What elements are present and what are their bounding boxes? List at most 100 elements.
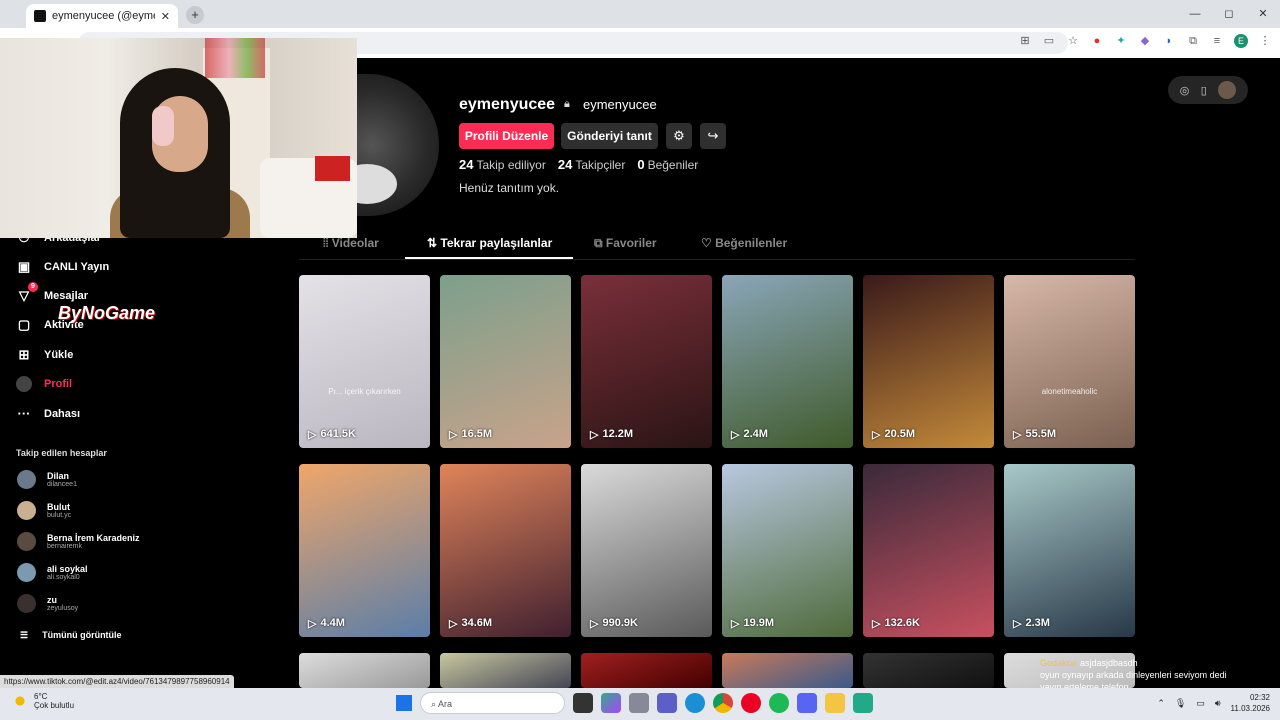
tab-favorites[interactable]: ⧉ Favoriler	[594, 236, 657, 251]
reading-list-icon[interactable]: ≡	[1210, 34, 1224, 48]
translate-icon[interactable]: ⊞	[1018, 34, 1032, 48]
compass-icon[interactable]: ◎	[1180, 84, 1190, 97]
taskbar-search[interactable]: ⌕ Ara	[420, 692, 565, 714]
live-icon: ▣	[17, 259, 31, 274]
view-count: ▷ 2.3M	[1013, 617, 1050, 630]
file-explorer-icon[interactable]	[825, 693, 845, 713]
play-icon: ▷	[308, 429, 317, 441]
video-card[interactable]	[722, 653, 853, 688]
profile-avatar[interactable]: E	[1234, 34, 1248, 48]
webcam-overlay	[0, 38, 357, 238]
following-stat[interactable]: 24 Takip ediliyor	[459, 157, 546, 172]
grid-icon: ⦙⦙	[323, 236, 332, 250]
edge-icon[interactable]	[685, 693, 705, 713]
settings-gear-icon[interactable]: ⚙	[666, 123, 692, 149]
browser-tab[interactable]: eymenyucee (@eymenyucee) | ✕	[26, 4, 178, 28]
see-all-following[interactable]: ☰ Tümünü görüntüle	[20, 630, 122, 641]
video-card[interactable]: ▷ 19.9M	[722, 464, 853, 637]
sidebar-item-live[interactable]: ▣ CANLI Yayın	[16, 259, 109, 275]
video-card[interactable]: ▷ 2.4M	[722, 275, 853, 448]
likes-stat: 0 Beğeniler	[637, 157, 699, 172]
volume-icon[interactable]: 🔊︎	[1215, 698, 1221, 709]
bookmark-star-icon[interactable]: ☆	[1066, 34, 1080, 48]
tray-chevron-icon[interactable]: ⌃	[1157, 698, 1165, 709]
network-icon[interactable]: ▭	[1196, 698, 1205, 709]
edit-profile-button[interactable]: Profili Düzenle	[459, 123, 554, 149]
tab-videos[interactable]: ⦙⦙ Videolar	[323, 236, 379, 251]
following-account[interactable]: Berna İrem Karadeniz bernairemk	[17, 532, 140, 551]
close-window-button[interactable]: ✕	[1246, 0, 1280, 28]
chat-message: oyun oynayıp arkada dinleyenleri seviyom…	[1040, 670, 1227, 680]
following-account[interactable]: zu zeyulusoy	[17, 594, 78, 613]
start-button[interactable]	[396, 695, 412, 711]
maximize-button[interactable]: ◻	[1212, 0, 1246, 28]
app-icon[interactable]	[853, 693, 873, 713]
top-right-controls: ◎ ▯	[1168, 76, 1248, 104]
opera-icon[interactable]	[741, 693, 761, 713]
menu-kebab-icon[interactable]: ⋮	[1258, 34, 1272, 48]
discord-icon[interactable]	[797, 693, 817, 713]
avatar	[17, 594, 36, 613]
video-card[interactable]: ▷ 132.6K	[863, 464, 994, 637]
following-account[interactable]: ali soykal ali.soykal0	[17, 563, 88, 582]
video-card[interactable]: ▷ 12.2M	[581, 275, 712, 448]
spotify-icon[interactable]	[769, 693, 789, 713]
windows-taskbar: 6°C Çok bulutlu ⌕ Ara ⌃ 🎙︎ ▭ 🔊︎ 02:32 11.0…	[0, 688, 1280, 720]
tab-liked[interactable]: ♡ Beğenilenler	[701, 236, 787, 250]
sidebar-item-profile[interactable]: Profil	[16, 376, 72, 392]
extension-icon[interactable]: ●	[1090, 34, 1104, 48]
play-icon: ▷	[449, 429, 458, 441]
avatar	[17, 563, 36, 582]
task-view-icon[interactable]	[573, 693, 593, 713]
new-tab-button[interactable]: +	[186, 6, 204, 24]
extensions-puzzle-icon[interactable]: ⧉	[1186, 34, 1200, 48]
video-card[interactable]: alonetimeaholic ▷ 55.5M	[1004, 275, 1135, 448]
video-card[interactable]: ▷ 990.9K	[581, 464, 712, 637]
extension-icon[interactable]: ✦	[1114, 34, 1128, 48]
video-card[interactable]: ▷ 34.6M	[440, 464, 571, 637]
active-tab-indicator	[405, 257, 573, 259]
weather-widget[interactable]: 6°C Çok bulutlu	[12, 692, 74, 710]
chrome-icon[interactable]	[713, 693, 733, 713]
user-avatar[interactable]	[1218, 81, 1237, 99]
sidebar-item-messages[interactable]: ▽ Mesajlar 9	[16, 282, 88, 304]
settings-icon[interactable]	[629, 693, 649, 713]
sidebar: ⚇Arkadaşlar ▣CANLI Yayın ▽Mesajlar9 ▢Akt…	[0, 226, 170, 676]
video-caption: Pı... içerik çıkarırken	[328, 387, 401, 396]
video-card[interactable]	[440, 653, 571, 688]
video-card[interactable]: ▷ 4.4M	[299, 464, 430, 637]
video-card[interactable]: ▷ 20.5M	[863, 275, 994, 448]
promote-post-button[interactable]: Gönderiyi tanıt	[561, 123, 658, 149]
video-card[interactable]	[863, 653, 994, 688]
video-card[interactable]	[581, 653, 712, 688]
install-icon[interactable]: ▭	[1042, 34, 1056, 48]
view-count: ▷ 12.2M	[590, 428, 634, 441]
play-icon: ▷	[590, 429, 599, 441]
lock-icon: 🔒︎	[564, 98, 570, 110]
teams-icon[interactable]	[657, 693, 677, 713]
play-icon: ▷	[1013, 618, 1022, 630]
video-card[interactable]: ▷ 16.5M	[440, 275, 571, 448]
extension-icon[interactable]: ◗	[1162, 34, 1176, 48]
following-account[interactable]: Dilan dilancee1	[17, 470, 77, 489]
share-icon[interactable]: ↪	[700, 123, 726, 149]
view-count: ▷ 132.6K	[872, 617, 920, 630]
minimize-button[interactable]: —	[1178, 0, 1212, 28]
video-card[interactable]: ▷ 2.3M	[1004, 464, 1135, 637]
video-card[interactable]	[299, 653, 430, 688]
sidebar-item-upload[interactable]: ⊞ Yükle	[16, 347, 74, 363]
phone-icon[interactable]: ▯	[1201, 84, 1207, 97]
sidebar-item-more[interactable]: ··· Dahası	[16, 406, 81, 421]
extension-icon[interactable]: ◆	[1138, 34, 1152, 48]
bookmark-icon: ⧉	[594, 236, 606, 250]
video-card[interactable]: Pı... içerik çıkarırken ▷ 641.5K	[299, 275, 430, 448]
view-count: ▷ 16.5M	[449, 428, 493, 441]
profile-avatar-icon	[16, 376, 32, 392]
mic-icon[interactable]: 🎙︎	[1175, 698, 1186, 709]
copilot-icon[interactable]	[601, 693, 621, 713]
tab-reposts[interactable]: ⇅ Tekrar paylaşılanlar	[427, 236, 552, 250]
close-tab-icon[interactable]: ✕	[161, 10, 170, 23]
clock[interactable]: 02:32 11.03.2026	[1231, 692, 1270, 714]
followers-stat[interactable]: 24 Takipçiler	[558, 157, 625, 172]
following-account[interactable]: Bulut bulut.yc	[17, 501, 71, 520]
